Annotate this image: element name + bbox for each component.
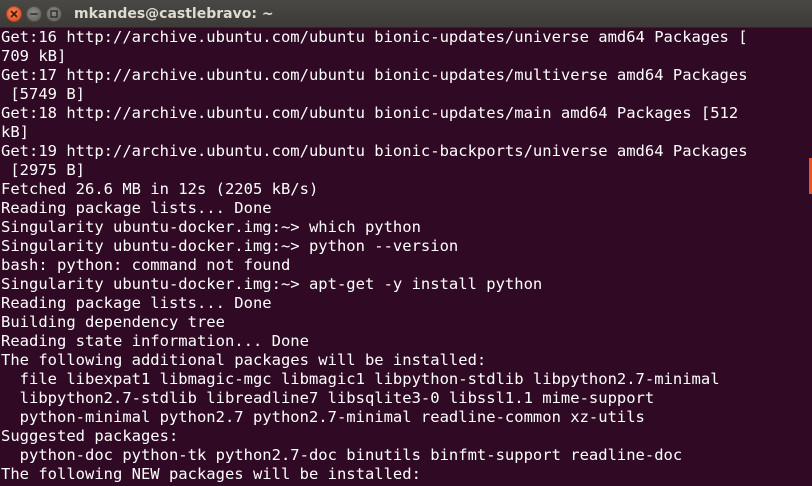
- maximize-icon: [47, 7, 61, 21]
- minimize-icon: [27, 7, 41, 21]
- terminal-line: kB]: [1, 123, 29, 141]
- terminal-window: mkandes@castlebravo: ~ Get:16 http://arc…: [0, 0, 812, 486]
- terminal-line: Reading package lists... Done: [1, 199, 272, 217]
- terminal-line: Singularity ubuntu-docker.img:~> apt-get…: [1, 275, 543, 293]
- terminal-line: The following additional packages will b…: [1, 351, 487, 369]
- terminal-line: python-doc python-tk python2.7-doc binut…: [1, 446, 683, 464]
- terminal-line: python-minimal python2.7 python2.7-minim…: [1, 408, 645, 426]
- terminal-line: 709 kB]: [1, 47, 67, 65]
- close-button[interactable]: [6, 6, 22, 22]
- title-bar[interactable]: mkandes@castlebravo: ~: [0, 0, 812, 28]
- terminal-line: Get:19 http://archive.ubuntu.com/ubuntu …: [1, 142, 748, 160]
- terminal-line: bash: python: command not found: [1, 256, 291, 274]
- terminal-line: Get:16 http://archive.ubuntu.com/ubuntu …: [1, 28, 748, 46]
- terminal-line: Building dependency tree: [1, 313, 225, 331]
- terminal-line: The following NEW packages will be insta…: [1, 465, 421, 483]
- window-title: mkandes@castlebravo: ~: [74, 6, 274, 22]
- terminal-line: [5749 B]: [1, 85, 85, 103]
- terminal-line: Reading state information... Done: [1, 332, 309, 350]
- terminal-line: Singularity ubuntu-docker.img:~> which p…: [1, 218, 421, 236]
- terminal-line: Singularity ubuntu-docker.img:~> python …: [1, 237, 459, 255]
- terminal-line: Reading package lists... Done: [1, 294, 272, 312]
- terminal-line: Fetched 26.6 MB in 12s (2205 kB/s): [1, 180, 319, 198]
- terminal-line: file libexpat1 libmagic-mgc libmagic1 li…: [1, 370, 720, 388]
- terminal-output[interactable]: Get:16 http://archive.ubuntu.com/ubuntu …: [0, 28, 812, 486]
- close-icon: [7, 7, 21, 21]
- terminal-line: libpython2.7-stdlib libreadline7 libsqli…: [1, 389, 655, 407]
- terminal-line: [2975 B]: [1, 161, 85, 179]
- scrollbar[interactable]: [808, 28, 812, 486]
- terminal-line: Get:17 http://archive.ubuntu.com/ubuntu …: [1, 66, 748, 84]
- terminal-line: Suggested packages:: [1, 427, 179, 445]
- maximize-button[interactable]: [46, 6, 62, 22]
- minimize-button[interactable]: [26, 6, 42, 22]
- terminal-line: Get:18 http://archive.ubuntu.com/ubuntu …: [1, 104, 739, 122]
